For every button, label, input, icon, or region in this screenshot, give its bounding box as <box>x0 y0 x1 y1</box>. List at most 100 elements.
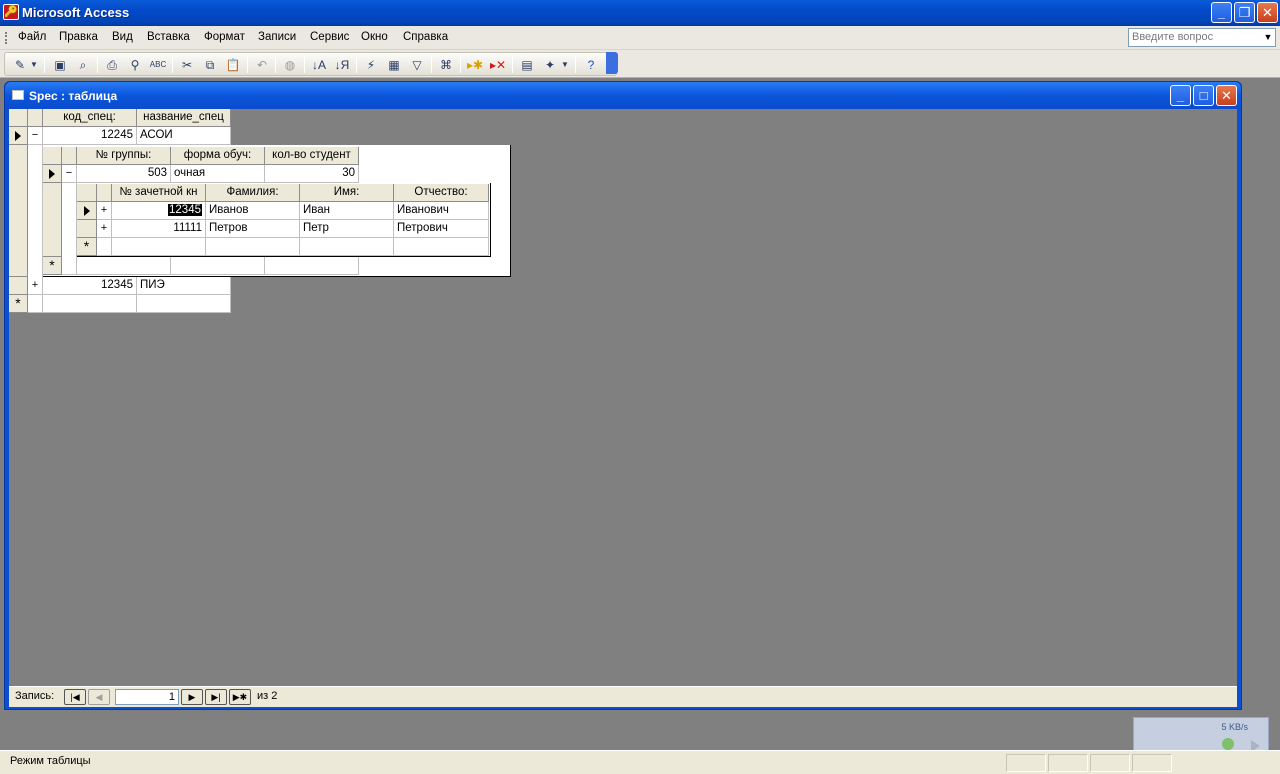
menu-view[interactable]: Вид <box>112 31 133 43</box>
table-cell[interactable]: Иванов <box>206 202 300 220</box>
filter-selection-icon[interactable]: ⚡ <box>362 57 380 73</box>
table-cell[interactable]: Петрович <box>394 220 489 238</box>
expand-button[interactable]: + <box>97 220 112 238</box>
collapse-button[interactable]: − <box>62 165 77 183</box>
table-cell-new[interactable] <box>77 257 171 275</box>
record-number-input[interactable]: 1 <box>115 689 179 705</box>
child-maximize-button[interactable]: □ <box>1193 85 1214 106</box>
new-object-icon[interactable]: ✦ <box>541 57 559 73</box>
spelling-icon[interactable]: ABC <box>149 57 167 73</box>
child-close-button[interactable]: ✕ <box>1216 85 1237 106</box>
record-selector-current[interactable] <box>77 202 97 220</box>
table-cell-new[interactable] <box>300 238 394 256</box>
column-header-count[interactable]: кол-во студент <box>265 147 359 165</box>
menu-edit[interactable]: Правка <box>59 31 98 43</box>
properties-icon[interactable]: ▤ <box>518 57 536 73</box>
minimize-button[interactable]: _ <box>1211 2 1232 23</box>
table-cell-new[interactable] <box>265 257 359 275</box>
help-question-input[interactable]: Введите вопрос ▼ <box>1128 28 1276 47</box>
new-record-selector[interactable]: * <box>77 238 97 256</box>
new-record-icon[interactable]: ▸✱ <box>466 57 484 73</box>
find-icon[interactable]: ⌘ <box>437 57 455 73</box>
search-file-icon[interactable]: ⌕ <box>74 57 92 73</box>
chevron-down-icon[interactable]: ▼ <box>29 57 39 73</box>
table-cell[interactable]: 12345 <box>43 277 137 295</box>
column-header-first-name[interactable]: Имя: <box>300 184 394 202</box>
table-cell[interactable]: очная <box>171 165 265 183</box>
new-record-nav-button[interactable]: ▶✱ <box>229 689 251 705</box>
column-header-middle-name[interactable]: Отчество: <box>394 184 489 202</box>
sort-asc-icon[interactable]: ↓A <box>310 57 328 73</box>
table-cell[interactable]: Петр <box>300 220 394 238</box>
delete-record-icon[interactable]: ▸✕ <box>489 57 507 73</box>
row-selector-header[interactable] <box>77 184 97 202</box>
column-header-last-name[interactable]: Фамилия: <box>206 184 300 202</box>
menu-format[interactable]: Формат <box>204 31 245 43</box>
expand-button[interactable]: + <box>97 202 112 220</box>
menu-insert[interactable]: Вставка <box>147 31 190 43</box>
collapse-button[interactable]: − <box>28 127 43 145</box>
column-header-spec-code[interactable]: код_спец: <box>43 109 137 127</box>
close-button[interactable]: ✕ <box>1257 2 1278 23</box>
column-header-student-id[interactable]: № зачетной кн <box>112 184 206 202</box>
table-cell[interactable]: ПИЭ <box>137 277 231 295</box>
menu-window[interactable]: Окно <box>361 31 388 43</box>
table-cell[interactable]: АСОИ <box>137 127 231 145</box>
apply-filter-icon[interactable]: ▽ <box>408 57 426 73</box>
table-cell[interactable]: 503 <box>77 165 171 183</box>
new-record-selector[interactable]: * <box>43 257 62 275</box>
table-cell[interactable]: Петров <box>206 220 300 238</box>
print-icon[interactable]: ⎙ <box>103 57 121 73</box>
hyperlink-icon[interactable]: ◍ <box>281 57 299 73</box>
table-cell[interactable]: Иванович <box>394 202 489 220</box>
next-record-button[interactable]: ▶ <box>181 689 203 705</box>
table-cell[interactable]: 30 <box>265 165 359 183</box>
column-header-form[interactable]: форма обуч: <box>171 147 265 165</box>
child-minimize-button[interactable]: _ <box>1170 85 1191 106</box>
previous-record-button[interactable]: ◀ <box>88 689 110 705</box>
table-cell-new[interactable] <box>112 238 206 256</box>
undo-icon[interactable]: ↶ <box>253 57 271 73</box>
record-selector-current[interactable] <box>9 127 28 145</box>
help-icon[interactable]: ? <box>582 57 600 73</box>
record-selector[interactable] <box>77 220 97 238</box>
first-record-button[interactable]: |◀ <box>64 689 86 705</box>
menu-grip[interactable] <box>5 32 8 44</box>
expand-button[interactable]: + <box>28 277 43 295</box>
menu-records[interactable]: Записи <box>258 31 296 43</box>
filter-form-icon[interactable]: ▦ <box>385 57 403 73</box>
last-record-button[interactable]: ▶| <box>205 689 227 705</box>
table-window-title-bar[interactable]: Spec : таблица _ □ ✕ <box>5 82 1241 109</box>
view-icon[interactable]: ✎ <box>11 57 29 73</box>
table-cell-new[interactable] <box>137 295 231 313</box>
record-selector-current[interactable] <box>43 165 62 183</box>
new-record-selector[interactable]: * <box>9 295 28 313</box>
table-cell-new[interactable] <box>206 238 300 256</box>
save-icon[interactable]: ▣ <box>51 57 69 73</box>
record-selector[interactable] <box>9 277 28 295</box>
access-key-icon[interactable]: 🔑 <box>3 4 19 20</box>
chevron-down-icon[interactable]: ▼ <box>1261 29 1275 46</box>
copy-icon[interactable]: ⧉ <box>201 57 219 73</box>
column-header-spec-name[interactable]: название_спец <box>137 109 231 127</box>
table-cell[interactable]: Иван <box>300 202 394 220</box>
row-selector-header[interactable] <box>43 147 62 165</box>
restore-button[interactable]: ❐ <box>1234 2 1255 23</box>
chevron-down-icon[interactable]: ▼ <box>560 57 570 73</box>
menu-file[interactable]: Файл <box>18 31 46 43</box>
table-cell-new[interactable] <box>43 295 137 313</box>
menu-help[interactable]: Справка <box>403 31 448 43</box>
table-cell[interactable]: 11111 <box>112 220 206 238</box>
toolbar-options-button[interactable] <box>606 52 618 74</box>
table-cell-new[interactable] <box>394 238 489 256</box>
table-cell-active[interactable]: 12345 <box>112 202 206 220</box>
table-cell-new[interactable] <box>171 257 265 275</box>
row-selector-header[interactable] <box>9 109 28 127</box>
sort-desc-icon[interactable]: ↓Я <box>333 57 351 73</box>
paste-icon[interactable]: 📋 <box>224 57 242 73</box>
table-cell[interactable]: 12245 <box>43 127 137 145</box>
column-header-group[interactable]: № группы: <box>77 147 171 165</box>
print-preview-icon[interactable]: ⚲ <box>126 57 144 73</box>
cut-icon[interactable]: ✂ <box>178 57 196 73</box>
menu-tools[interactable]: Сервис <box>310 31 349 43</box>
